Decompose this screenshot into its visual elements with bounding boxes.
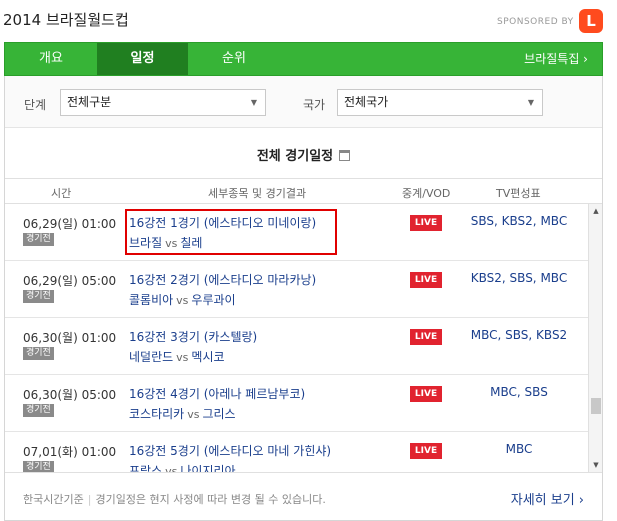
country-label: 국가 [303,98,326,112]
match-time: 06,29(일) 05:00 [23,274,117,288]
top-bar: 2014 브라질월드컵 SPONSORED BY L [0,0,617,42]
tv-channels: MBC, SBS [490,385,548,399]
sponsor-logo[interactable]: L [579,9,603,33]
section-title-text: 전체 경기일정 [256,149,334,164]
live-button[interactable]: LIVE [410,215,442,231]
live-button[interactable]: LIVE [410,386,442,402]
sponsored-by-label: SPONSORED BY [497,17,574,27]
table-row: 06,29(일) 05:00 경기전 16강전 2경기 (에스타디오 마라카낭)… [5,261,588,318]
section-heading: 전체 경기일정 [5,128,602,178]
stage-label: 단계 [24,98,47,112]
status-badge: 경기전 [23,233,54,246]
footer-note: 한국시간기준 | 경기일정은 현지 사정에 따라 변경 될 수 있습니다. [23,491,326,507]
tv-channels: MBC, SBS, KBS2 [470,328,568,342]
calendar-icon[interactable] [339,150,351,161]
match-teams[interactable]: 코스타리카 vs 그리스 [129,405,236,422]
timezone-note: 한국시간기준 [23,493,84,506]
home-team[interactable]: 네덜란드 [129,350,173,364]
match-list[interactable]: 06,29(일) 01:00 경기전 16강전 1경기 (에스타디오 미네이랑)… [5,204,588,472]
scrollbar-thumb[interactable] [591,398,601,414]
col-time: 시간 [51,187,72,200]
stage-select[interactable]: 전체구분 ▼ [60,89,266,116]
status-badge: 경기전 [23,404,54,417]
away-team[interactable]: 그리스 [202,407,235,421]
chevron-down-icon: ▼ [527,98,534,107]
table-header: 시간 세부종목 및 경기결과 중계/VOD TV편성표 [5,178,602,204]
match-teams[interactable]: 콜롬비아 vs 우루과이 [129,291,236,308]
tv-channels: MBC [505,442,533,456]
away-team[interactable]: 나이지리아 [180,464,235,472]
status-badge: 경기전 [23,347,54,360]
table-row: 07,01(화) 01:00 경기전 16강전 5경기 (에스타디오 마네 가힌… [5,432,588,472]
table-row: 06,30(월) 05:00 경기전 16강전 4경기 (아레나 페르남부코) … [5,375,588,432]
live-button[interactable]: LIVE [410,272,442,288]
match-title-link[interactable]: 16강전 4경기 (아레나 페르남부코) [129,385,305,402]
col-tv: TV편성표 [496,187,541,200]
tab-schedule[interactable]: 일정 [97,43,188,75]
section-title: 전체 경기일정 [256,149,351,164]
away-team[interactable]: 우루과이 [191,293,235,307]
country-select-value: 전체국가 [344,95,389,109]
page-title: 2014 브라질월드컵 [3,11,129,29]
scroll-down-icon[interactable]: ▼ [589,458,603,472]
match-time: 06,30(월) 05:00 [23,388,117,402]
live-button[interactable]: LIVE [410,329,442,345]
table-row: 06,30(월) 01:00 경기전 16강전 3경기 (카스텔랑) 네덜란드 v… [5,318,588,375]
vertical-scrollbar[interactable]: ▲ ▼ [588,204,602,472]
home-team[interactable]: 코스타리카 [129,407,184,421]
match-time: 07,01(화) 01:00 [23,445,117,459]
chevron-down-icon: ▼ [250,98,257,107]
vs-label: vs [165,465,178,472]
more-details-link[interactable]: 자세히 보기 › [511,489,584,508]
filter-row: 단계 전체구분 ▼ 국가 전체국가 ▼ [5,76,602,128]
schedule-panel: 단계 전체구분 ▼ 국가 전체국가 ▼ 전체 경기일정 시간 세부종목 및 경기… [4,76,603,521]
footer: 한국시간기준 | 경기일정은 현지 사정에 따라 변경 될 수 있습니다. 자세히 … [5,472,602,520]
match-title-link[interactable]: 16강전 2경기 (에스타디오 마라카낭) [129,271,316,288]
home-team[interactable]: 프랑스 [129,464,162,472]
status-badge: 경기전 [23,461,54,472]
tab-ranking[interactable]: 순위 [188,43,280,75]
country-select[interactable]: 전체국가 ▼ [337,89,543,116]
match-time: 06,29(일) 01:00 [23,217,117,231]
match-title-link[interactable]: 16강전 5경기 (에스타디오 마네 가힌샤) [129,442,331,459]
status-badge: 경기전 [23,290,54,303]
vs-label: vs [176,351,189,364]
tv-channels: KBS2, SBS, MBC [470,271,568,285]
col-relay: 중계/VOD [402,187,451,200]
vs-label: vs [187,408,200,421]
highlight-box [125,209,337,255]
table-row: 06,29(일) 01:00 경기전 16강전 1경기 (에스타디오 미네이랑)… [5,204,588,261]
home-team[interactable]: 콜롬비아 [129,293,173,307]
match-title-link[interactable]: 16강전 3경기 (카스텔랑) [129,328,257,345]
tab-bar: 개요 일정 순위 브라질특집 › [4,42,603,76]
match-teams[interactable]: 프랑스 vs 나이지리아 [129,462,236,472]
live-button[interactable]: LIVE [410,443,442,459]
tab-overview[interactable]: 개요 [5,43,97,75]
divider: | [87,493,92,506]
vs-label: vs [176,294,189,307]
schedule-notice: 경기일정은 현지 사정에 따라 변경 될 수 있습니다. [95,493,326,506]
stage-select-value: 전체구분 [67,95,112,109]
away-team[interactable]: 멕시코 [191,350,224,364]
match-time: 06,30(월) 01:00 [23,331,117,345]
scroll-up-icon[interactable]: ▲ [589,204,603,218]
match-teams[interactable]: 네덜란드 vs 멕시코 [129,348,225,365]
tv-channels: SBS, KBS2, MBC [470,214,568,228]
brazil-special-link[interactable]: 브라질특집 › [524,43,588,75]
col-detail: 세부종목 및 경기결과 [208,187,307,200]
